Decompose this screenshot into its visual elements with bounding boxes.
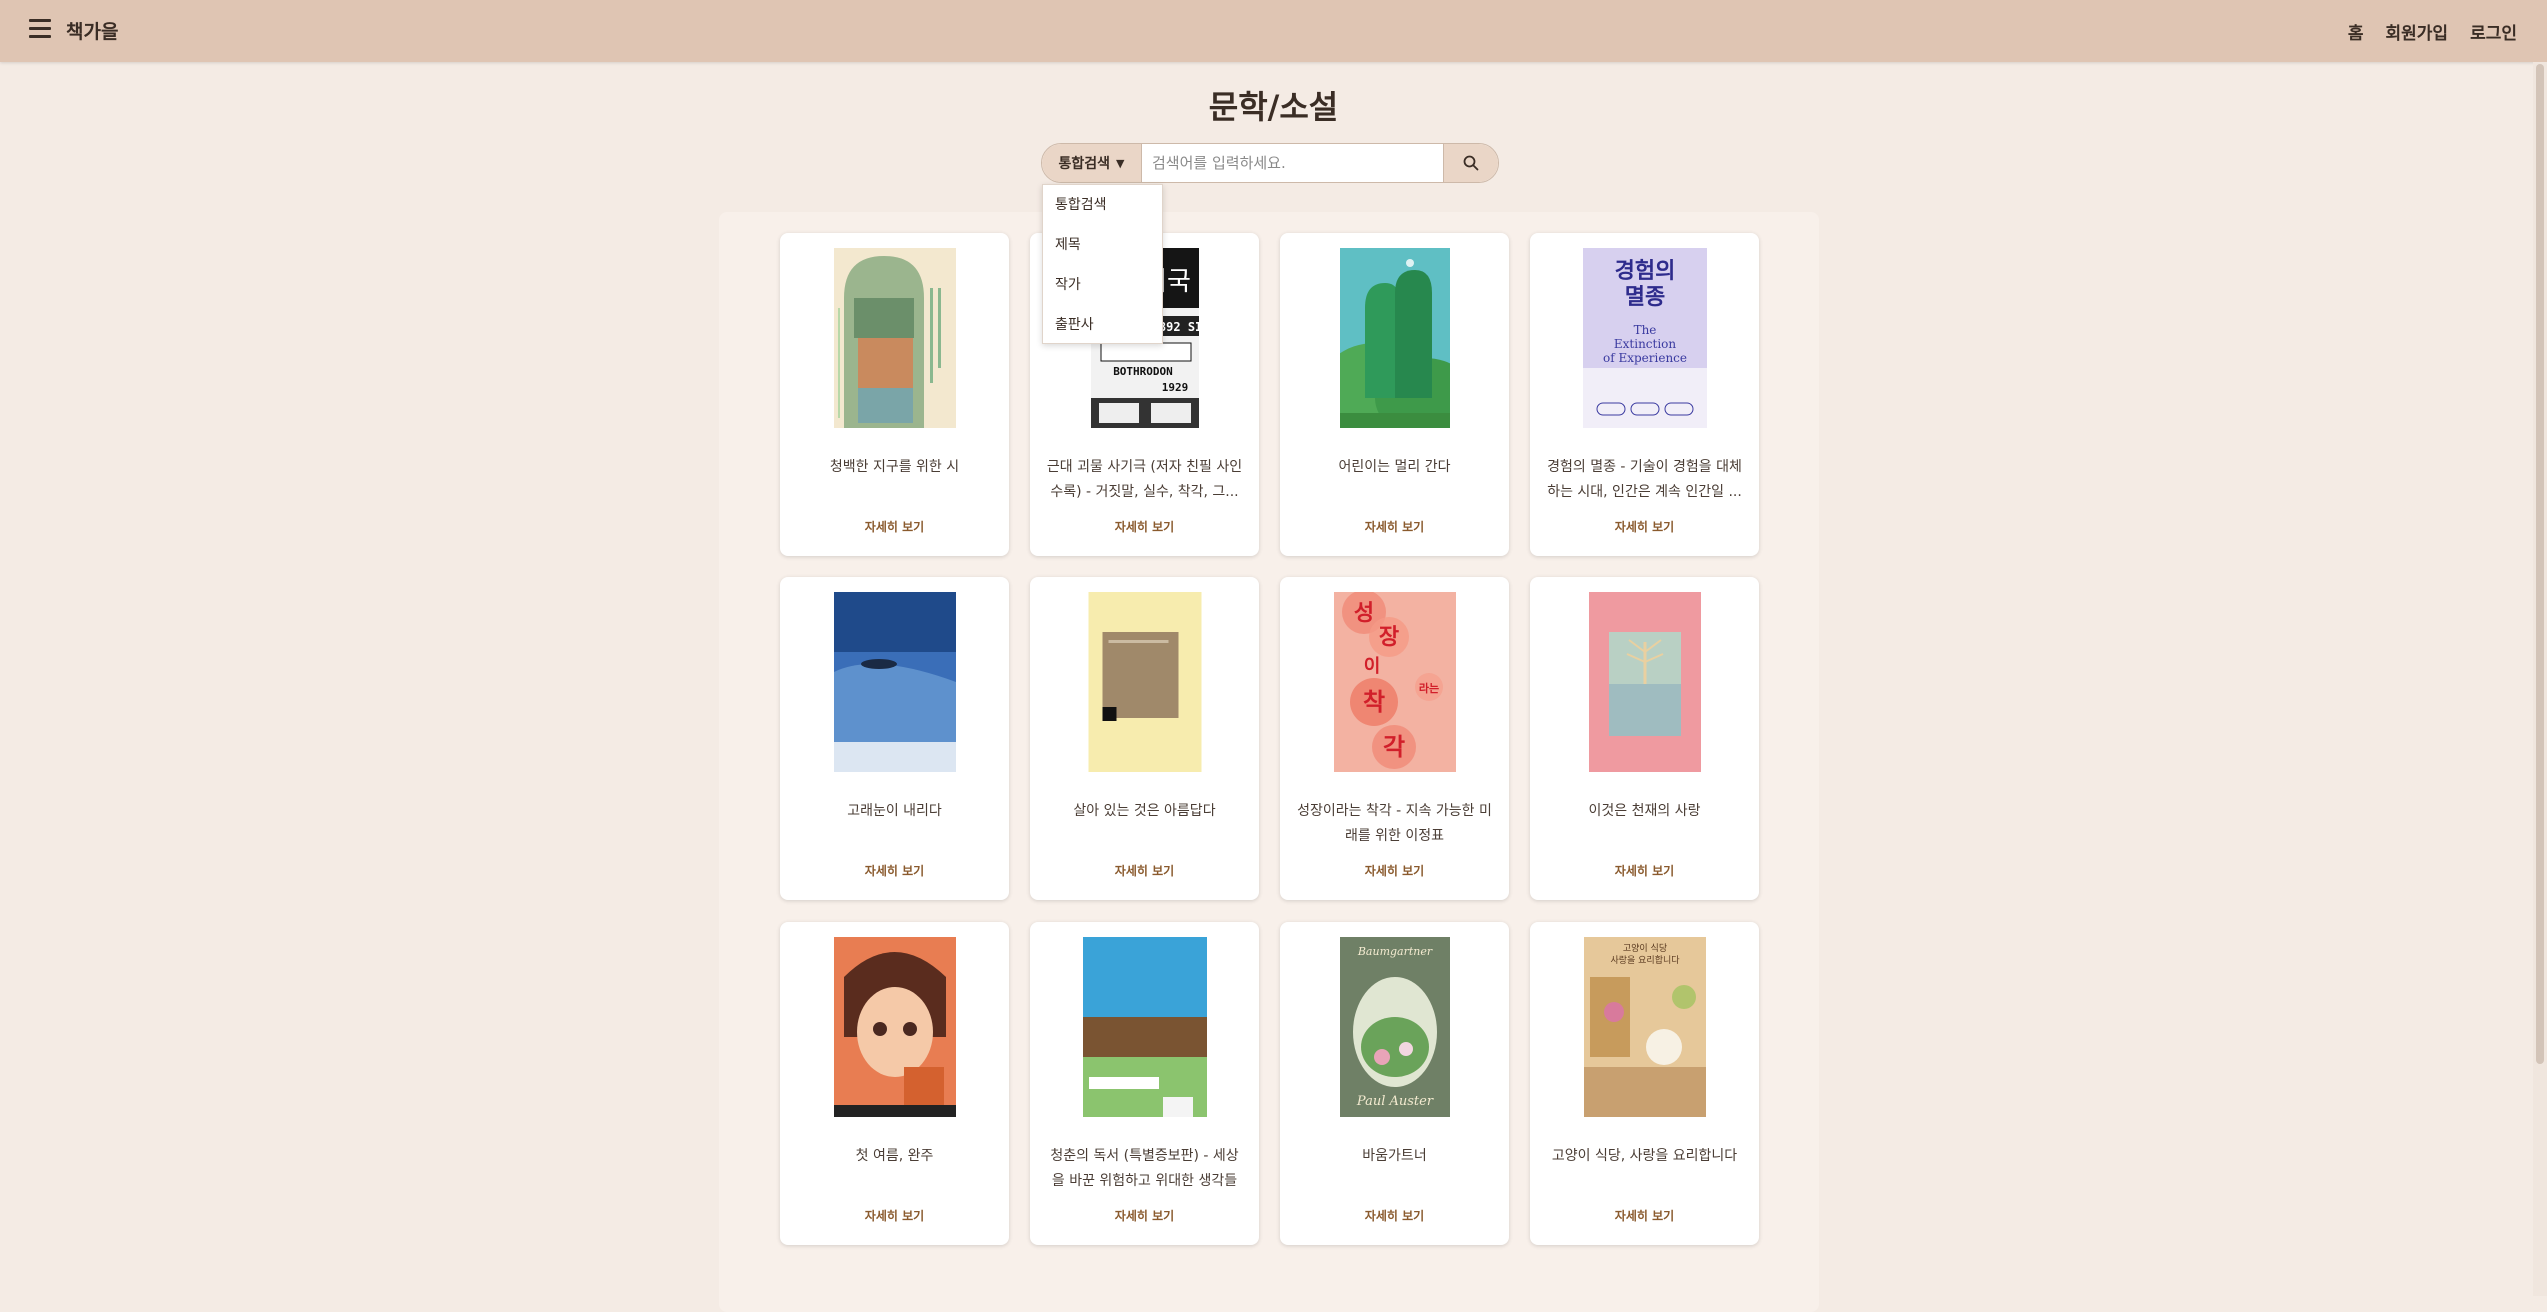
book-card[interactable]: 이것은 천재의 사랑 자세히 보기: [1530, 577, 1759, 900]
search-bar: 통합검색 ▼: [1041, 143, 1499, 183]
detail-link[interactable]: 자세히 보기: [1280, 1207, 1509, 1224]
nav-login-link[interactable]: 로그인: [2470, 19, 2517, 44]
book-cover-image: [833, 937, 956, 1117]
dropdown-option-title[interactable]: 제목: [1043, 225, 1162, 265]
dropdown-option-author[interactable]: 작가: [1043, 265, 1162, 305]
caret-down-icon: ▼: [1116, 156, 1125, 170]
book-cover-image: [833, 592, 956, 772]
book-cover-image: [1588, 592, 1701, 772]
book-title: 고래눈이 내리다: [847, 803, 942, 819]
detail-link[interactable]: 자세히 보기: [780, 862, 1009, 879]
search-type-dropdown: 통합검색 제목 작가 출판사: [1042, 184, 1163, 344]
book-card[interactable]: 성 장 이 라는 착 각 성장이라는 착각 - 지속 가능한 미래를 위한 이정…: [1280, 577, 1509, 900]
search-icon: [1463, 155, 1479, 171]
cover-text: 성: [1353, 601, 1373, 626]
detail-link[interactable]: 자세히 보기: [1280, 518, 1509, 535]
cover-text: 사랑을 요리합니다: [1610, 954, 1680, 966]
book-title: 경험의 멸종 - 기술이 경험을 대체하는 시대, 인간은 계속 인간일 ...: [1547, 459, 1742, 500]
page-title: 문학/소설: [1208, 88, 1339, 126]
book-title: 살아 있는 것은 아름답다: [1073, 803, 1216, 819]
book-cover-image: 경험의 멸종 The Extinction of Experience: [1582, 248, 1707, 428]
book-title: 청춘의 독서 (특별증보판) - 세상을 바꾼 위험하고 위대한 생각들: [1050, 1148, 1239, 1189]
book-cover-image: [833, 248, 956, 428]
search-button[interactable]: [1443, 144, 1498, 182]
search-input[interactable]: [1142, 144, 1443, 182]
book-card[interactable]: 경험의 멸종 The Extinction of Experience 경험의 …: [1530, 233, 1759, 556]
book-title: 성장이라는 착각 - 지속 가능한 미래를 위한 이정표: [1297, 803, 1492, 844]
nav-signup-link[interactable]: 회원가입: [2386, 19, 2449, 44]
book-card[interactable]: 첫 여름, 완주 자세히 보기: [780, 922, 1009, 1245]
top-navbar: 책가을 홈 회원가입 로그인: [0, 0, 2547, 62]
cover-text: 경험의: [1614, 258, 1675, 284]
book-title: 청백한 지구를 위한 시: [829, 459, 960, 475]
cover-text: 착: [1362, 688, 1384, 716]
book-card[interactable]: Baumgartner Paul Auster 바움가트너 자세히 보기: [1280, 922, 1509, 1245]
book-cover-image: [1088, 592, 1201, 772]
book-title: 이것은 천재의 사랑: [1588, 803, 1701, 819]
cover-text: 라는: [1418, 681, 1438, 695]
search-type-label: 통합검색: [1058, 156, 1111, 172]
cover-text: of Experience: [1602, 351, 1686, 365]
book-title: 고양이 식당, 사랑을 요리합니다: [1551, 1148, 1738, 1164]
cover-text: The: [1633, 323, 1656, 337]
book-card[interactable]: 청춘의 독서 (특별증보판) - 세상을 바꾼 위험하고 위대한 생각들 자세히…: [1030, 922, 1259, 1245]
book-card[interactable]: 고래눈이 내리다 자세히 보기: [780, 577, 1009, 900]
book-card[interactable]: 어린이는 멀리 간다 자세히 보기: [1280, 233, 1509, 556]
book-title: 어린이는 멀리 간다: [1338, 459, 1451, 475]
nav-links: 홈 회원가입 로그인: [2348, 19, 2517, 44]
detail-link[interactable]: 자세히 보기: [780, 1207, 1009, 1224]
detail-link[interactable]: 자세히 보기: [1530, 518, 1759, 535]
cover-text: 장: [1378, 625, 1398, 650]
search-type-select[interactable]: 통합검색 ▼: [1042, 144, 1142, 182]
cover-text: 멸종: [1624, 285, 1664, 310]
book-cover-image: [1339, 248, 1450, 428]
scrollbar[interactable]: [2533, 62, 2547, 1296]
book-cover-image: Baumgartner Paul Auster: [1339, 937, 1450, 1117]
dropdown-option-publisher[interactable]: 출판사: [1043, 305, 1162, 345]
detail-link[interactable]: 자세히 보기: [1030, 862, 1259, 879]
cover-text: Paul Auster: [1355, 1094, 1433, 1109]
book-cover-image: 고양이 식당 사랑을 요리합니다: [1583, 937, 1706, 1117]
book-cover-image: [1082, 937, 1207, 1117]
nav-home-link[interactable]: 홈: [2348, 19, 2364, 44]
cover-text: 이: [1363, 656, 1380, 677]
detail-link[interactable]: 자세히 보기: [1280, 862, 1509, 879]
book-title: 근대 괴물 사기극 (저자 친필 사인 수록) - 거짓말, 실수, 착각, 그…: [1046, 459, 1243, 500]
hamburger-menu-icon[interactable]: [29, 18, 51, 38]
cover-text: Baumgartner: [1356, 945, 1432, 958]
cover-text: Extinction: [1613, 337, 1676, 351]
detail-link[interactable]: 자세히 보기: [780, 518, 1009, 535]
detail-link[interactable]: 자세히 보기: [1030, 518, 1259, 535]
book-card[interactable]: 청백한 지구를 위한 시 자세히 보기: [780, 233, 1009, 556]
book-card[interactable]: 살아 있는 것은 아름답다 자세히 보기: [1030, 577, 1259, 900]
book-title: 바움가트너: [1362, 1148, 1427, 1164]
detail-link[interactable]: 자세히 보기: [1030, 1207, 1259, 1224]
cover-text: BOTHRODON: [1113, 365, 1173, 378]
book-cover-image: 성 장 이 라는 착 각: [1333, 592, 1456, 772]
detail-link[interactable]: 자세히 보기: [1530, 862, 1759, 879]
cover-text: 고양이 식당: [1622, 943, 1666, 954]
book-card[interactable]: 고양이 식당 사랑을 요리합니다 고양이 식당, 사랑을 요리합니다 자세히 보…: [1530, 922, 1759, 1245]
cover-text: 각: [1382, 733, 1404, 761]
dropdown-option-all[interactable]: 통합검색: [1043, 185, 1162, 225]
scrollbar-thumb[interactable]: [2536, 64, 2544, 1064]
detail-link[interactable]: 자세히 보기: [1530, 1207, 1759, 1224]
book-title: 첫 여름, 완주: [855, 1148, 934, 1164]
cover-text: 1929: [1161, 381, 1188, 394]
site-logo[interactable]: 책가을: [66, 17, 118, 44]
